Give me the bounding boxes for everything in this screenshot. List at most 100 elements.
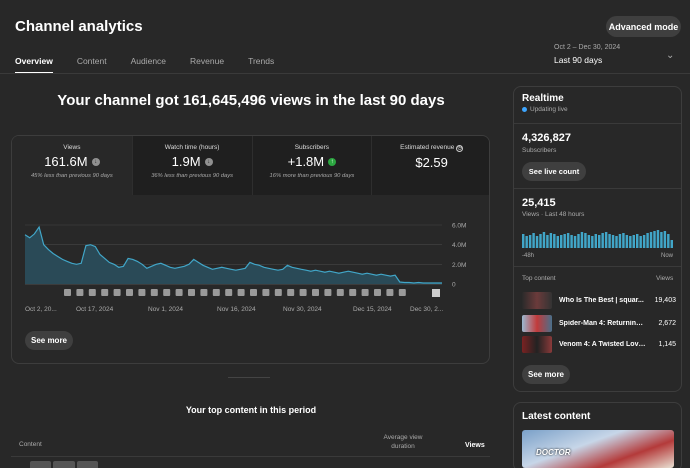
tab-revenue[interactable]: Revenue [190,56,224,74]
realtime-bar [604,232,608,248]
metric-note: 16% more than previous 90 days [269,173,355,179]
views-chart[interactable]: 6.0M 4.0M 2.0M 0 Oct 2, 20... Oct 17, 2024 Nov… [12,195,489,315]
video-marker-icon [101,289,109,296]
video-marker-icon [64,289,71,296]
video-marker-icon [398,289,406,296]
tab-overview[interactable]: Overview [15,56,53,74]
tab-content[interactable]: Content [77,56,107,74]
video-thumbnail [522,315,552,332]
video-marker-icon [175,289,183,296]
down-arrow-icon: ↓ [91,157,100,166]
realtime-views: 25,415 [522,197,556,209]
realtime-bar [629,236,632,248]
realtime-subscribers-label: Subscribers [522,147,557,154]
video-marker-icon [212,289,220,296]
realtime-bar-chart[interactable] [522,229,674,248]
realtime-bar [546,235,549,248]
realtime-see-more-button[interactable]: See more [522,365,570,384]
list-item[interactable]: Venom 4: A Twisted Love... 1,145 [522,336,676,353]
realtime-bar [573,236,577,248]
video-views: 1,145 [658,341,676,348]
column-header-avg-duration[interactable]: Average view duration [380,433,426,451]
realtime-bar [608,234,611,248]
metric-label: Watch time (hours) [164,144,220,151]
advanced-mode-button[interactable]: Advanced mode [606,16,681,37]
column-header-views[interactable]: Views [465,442,485,449]
metric-note: 36% less than previous 90 days [151,173,234,179]
video-marker-icon [262,289,270,296]
latest-content-thumbnail[interactable]: DOCTOR [522,430,674,468]
see-live-count-button[interactable]: See live count [522,162,586,181]
realtime-bar [622,233,625,248]
realtime-bar [594,234,597,248]
views-chart-svg: 6.0M 4.0M 2.0M 0 Oct 2, 20... Oct 17, 2024 Nov… [24,223,466,313]
realtime-divider [514,123,681,124]
table-divider [11,456,490,457]
chevron-down-icon[interactable]: ⌄ [666,50,674,61]
see-more-button[interactable]: See more [25,331,73,350]
overview-headline: Your channel got 161,645,496 views in th… [57,92,445,109]
bar-axis-end: Now [661,253,674,259]
tab-audience[interactable]: Audience [131,56,166,74]
realtime-bar [601,233,604,248]
table-row-thumbnails [30,461,98,468]
down-arrow-icon: ↓ [204,157,213,166]
metric-views[interactable]: Views 161.6M ↓ 45% less than previous 90 … [12,136,132,195]
video-marker-icon [299,289,307,296]
realtime-views-label: Views · Last 48 hours [522,211,585,218]
video-marker-icon [200,289,208,296]
realtime-bar [560,235,563,248]
realtime-bar [649,232,653,248]
realtime-bar [522,234,525,248]
realtime-bar [667,234,670,248]
metric-revenue[interactable]: Estimated revenue ◷ $2.59 [371,136,489,195]
tab-bar: Overview Content Audience Revenue Trends [15,56,298,74]
realtime-bar [542,232,546,248]
header-divider [0,73,690,74]
views-area [25,227,442,284]
realtime-bar [625,235,629,248]
x-tick-label: Oct 2, 20... [25,306,57,313]
period-selector[interactable]: Last 90 days [554,55,602,65]
metric-label: Subscribers [294,144,330,151]
page-title: Channel analytics [15,18,143,35]
y-tick-label: 2.0M [452,262,466,269]
clock-icon: ◷ [456,144,464,152]
list-item[interactable]: Who Is The Best | squar... 19,403 [522,292,676,309]
video-title: Spider-Man 4: Returning ... [559,320,647,327]
video-thumbnail [522,336,552,353]
video-marker-icon [274,289,282,296]
metric-note: 45% less than previous 90 days [30,173,113,179]
realtime-bar [577,234,580,248]
realtime-divider [514,266,681,267]
realtime-bar [528,235,532,248]
metric-subscribers[interactable]: Subscribers +1.8M ↑ 16% more than previou… [251,136,372,195]
realtime-subscribers: 4,326,827 [522,132,571,144]
video-title: Venom 4: A Twisted Love... [559,341,647,348]
realtime-bar [611,235,615,248]
realtime-bar [563,234,566,248]
y-tick-label: 0 [452,282,456,289]
latest-content-title: Latest content [522,411,591,422]
realtime-bar [549,233,553,248]
video-marker-icon [113,289,121,296]
x-tick-label: Nov 16, 2024 [217,306,256,313]
top-content-title: Your top content in this period [185,405,317,415]
top-content-views-label: Views [656,275,674,282]
realtime-bar [591,236,594,248]
date-range[interactable]: Oct 2 – Dec 30, 2024 [554,44,620,51]
realtime-bar [615,236,618,248]
tab-trends[interactable]: Trends [248,56,274,74]
metric-watch-time[interactable]: Watch time (hours) 1.9M ↓ 36% less than p… [131,136,252,195]
realtime-bar [646,233,649,248]
metric-value: +1.8M [287,154,325,169]
realtime-bar [525,236,528,248]
realtime-bar [636,234,639,248]
column-header-content: Content [19,441,42,448]
thumbnail-text: DOCTOR [536,448,571,457]
video-views: 2,672 [658,320,676,327]
y-tick-label: 4.0M [452,242,466,249]
realtime-bar [580,232,584,248]
y-tick-label: 6.0M [452,223,466,230]
list-item[interactable]: Spider-Man 4: Returning ... 2,672 [522,315,676,332]
